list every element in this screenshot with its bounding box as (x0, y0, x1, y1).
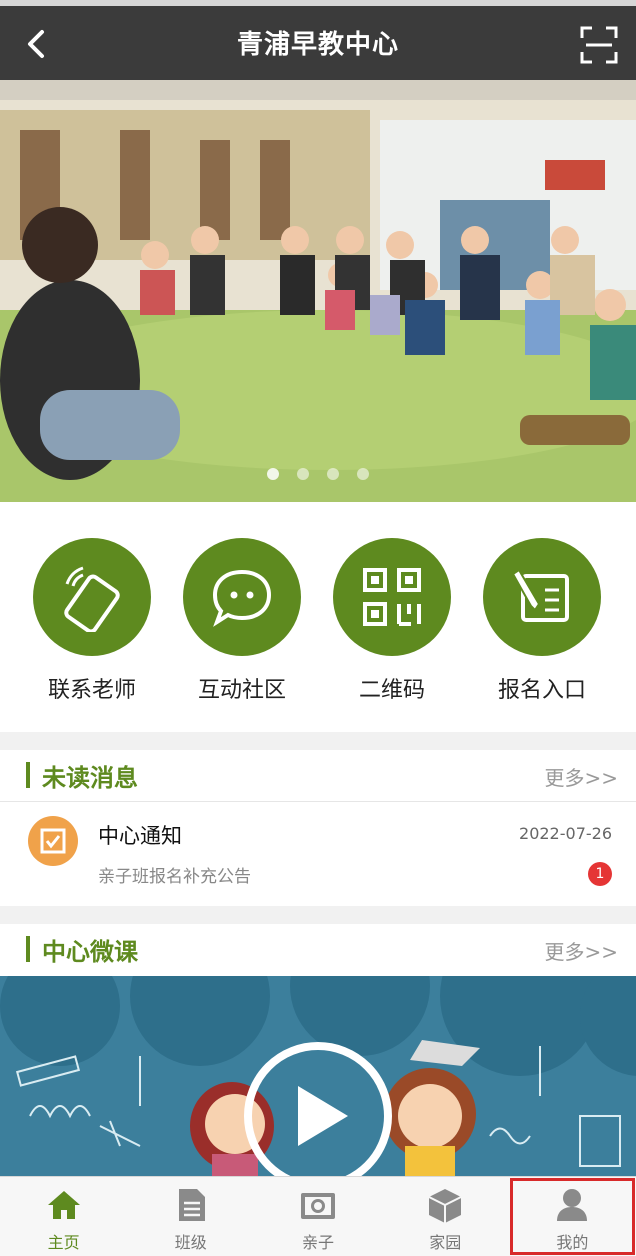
tab-label: 我的 (556, 1233, 589, 1252)
tab-class[interactable]: 班级 (127, 1177, 254, 1256)
unread-section: 未读消息 更多>> 中心通知 2022-07-26 亲子班报名补充公告 1 (0, 750, 636, 906)
message-subtitle: 亲子班报名补充公告 (98, 867, 251, 887)
tab-home[interactable]: 主页 (0, 1177, 127, 1256)
carousel-dot[interactable] (357, 468, 369, 480)
more-link[interactable]: 更多>> (544, 936, 618, 965)
carousel-dot[interactable] (267, 468, 279, 480)
course-illustration (0, 976, 636, 1176)
tab-home-school[interactable]: 家园 (382, 1177, 509, 1256)
tab-label: 家园 (429, 1233, 462, 1252)
notice-icon (28, 816, 78, 866)
qr-code-button[interactable]: 二维码 (322, 538, 462, 704)
quick-action-label: 报名入口 (497, 678, 586, 703)
carousel-dot[interactable] (327, 468, 339, 480)
tab-mine[interactable]: 我的 (509, 1177, 636, 1256)
section-title: 未读消息 (42, 764, 138, 792)
section-title: 中心微课 (42, 938, 138, 966)
section-accent-bar (26, 936, 30, 962)
banner-photo (0, 80, 636, 502)
tab-label: 班级 (174, 1233, 207, 1252)
section-accent-bar (26, 762, 30, 788)
home-icon (47, 1191, 80, 1219)
contact-teacher-button[interactable]: 联系老师 (22, 538, 162, 704)
user-icon (557, 1189, 588, 1221)
more-link[interactable]: 更多>> (544, 762, 618, 791)
quick-actions: 联系老师 互动社区 二维码 报名入口 (0, 502, 636, 732)
micro-course-section: 中心微课 更多>> (0, 924, 636, 976)
box-icon (428, 1189, 462, 1223)
carousel-dots (0, 468, 636, 480)
course-video-thumbnail[interactable] (0, 976, 636, 1176)
phone-icon (64, 566, 120, 632)
quick-action-label: 二维码 (358, 678, 425, 703)
enroll-button[interactable]: 报名入口 (472, 538, 612, 704)
tab-label: 主页 (47, 1233, 80, 1252)
quick-action-label: 联系老师 (47, 678, 136, 703)
chat-bubble-icon (212, 569, 272, 627)
quick-action-label: 互动社区 (197, 678, 286, 703)
banner-carousel[interactable] (0, 80, 636, 502)
nav-header: 青浦早教中心 (0, 0, 636, 80)
qr-code-icon (363, 568, 421, 626)
tab-label: 亲子 (302, 1233, 335, 1252)
camera-icon (301, 1193, 335, 1219)
document-icon (178, 1189, 205, 1221)
unread-badge: 1 (588, 862, 612, 886)
message-date: 2022-07-26 (519, 824, 612, 843)
tab-parent-child[interactable]: 亲子 (254, 1177, 381, 1256)
community-button[interactable]: 互动社区 (172, 538, 312, 704)
message-title: 中心通知 (98, 824, 182, 848)
form-pen-icon (511, 568, 569, 622)
carousel-dot[interactable] (297, 468, 309, 480)
scan-icon[interactable] (580, 26, 618, 64)
page-title: 青浦早教中心 (236, 30, 399, 60)
list-item[interactable]: 中心通知 2022-07-26 亲子班报名补充公告 1 (0, 802, 636, 904)
bottom-tab-bar: 主页 班级 亲子 家园 我的 (0, 1176, 636, 1256)
